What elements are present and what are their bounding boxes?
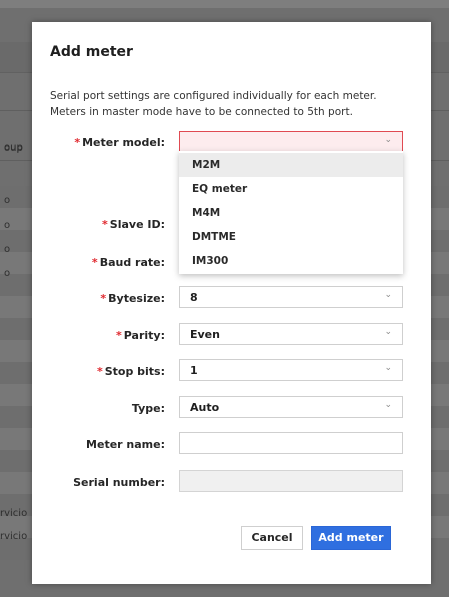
type-label-text: Type: — [131, 402, 165, 415]
required-marker: * — [96, 365, 103, 378]
background-row-text: rvicio — [0, 508, 28, 519]
type-value: Auto — [190, 401, 220, 414]
background-row-text: o — [4, 268, 11, 279]
dialog-description: Serial port settings are configured indi… — [50, 90, 377, 118]
meter-name-label-text: Meter name: — [86, 438, 165, 451]
chevron-down-icon: ⌄ — [384, 135, 392, 145]
chevron-down-icon: ⌄ — [384, 400, 392, 410]
meter-name-label: Meter name: — [86, 438, 165, 451]
slave-id-label-text: Slave ID: — [109, 218, 165, 231]
serial-number-input — [179, 470, 403, 492]
meter-model-dropdown: M2M EQ meter M4M DMTME IM300 — [179, 151, 403, 274]
serial-number-label: Serial number: — [73, 476, 165, 489]
stop-bits-value: 1 — [190, 364, 198, 377]
chevron-down-icon: ⌄ — [384, 290, 392, 300]
meter-model-label-text: Meter model: — [82, 136, 165, 149]
dropdown-option[interactable]: DMTME — [179, 225, 403, 249]
dropdown-option[interactable]: M4M — [179, 201, 403, 225]
chevron-down-icon: ⌄ — [384, 327, 392, 337]
background-row-text: o — [4, 195, 11, 206]
dropdown-option[interactable]: EQ meter — [179, 177, 403, 201]
bytesize-select[interactable]: 8 ⌄ — [179, 286, 403, 308]
background-header-text: oup — [4, 143, 23, 154]
required-marker: * — [100, 292, 107, 305]
baud-rate-label: * Baud rate: — [92, 256, 165, 269]
serial-number-label-text: Serial number: — [73, 476, 165, 489]
dropdown-option[interactable]: IM300 — [179, 249, 403, 273]
stop-bits-label-text: Stop bits: — [104, 365, 165, 378]
type-select[interactable]: Auto ⌄ — [179, 396, 403, 418]
parity-label: * Parity: — [116, 329, 165, 342]
parity-select[interactable]: Even ⌄ — [179, 323, 403, 345]
required-marker: * — [91, 256, 98, 269]
type-label: Type: — [132, 402, 165, 415]
background-row-text: o — [4, 244, 11, 255]
dialog-title: Add meter — [50, 44, 133, 60]
parity-label-text: Parity: — [123, 329, 165, 342]
add-meter-button[interactable]: Add meter — [311, 526, 391, 550]
parity-value: Even — [190, 328, 220, 341]
meter-model-label: * Meter model: — [74, 136, 165, 149]
meter-model-select[interactable]: ⌄ — [179, 131, 403, 153]
add-meter-dialog: Add meter Serial port settings are confi… — [32, 22, 431, 584]
baud-rate-label-text: Baud rate: — [99, 256, 165, 269]
dropdown-option[interactable]: M2M — [179, 153, 403, 177]
required-marker: * — [116, 329, 122, 342]
bytesize-label: * Bytesize: — [100, 292, 165, 305]
stop-bits-select[interactable]: 1 ⌄ — [179, 359, 403, 381]
required-marker: * — [102, 218, 108, 231]
required-marker: * — [74, 136, 81, 149]
meter-name-input[interactable] — [179, 432, 403, 454]
slave-id-label: * Slave ID: — [102, 218, 165, 231]
stop-bits-label: * Stop bits: — [97, 365, 165, 378]
chevron-down-icon: ⌄ — [384, 363, 392, 373]
bytesize-value: 8 — [190, 291, 198, 304]
background-topbar — [0, 0, 449, 8]
bytesize-label-text: Bytesize: — [108, 292, 165, 305]
background-row-text: rvicio — [0, 531, 28, 542]
cancel-button[interactable]: Cancel — [241, 526, 303, 550]
background-row-text: o — [4, 220, 11, 231]
